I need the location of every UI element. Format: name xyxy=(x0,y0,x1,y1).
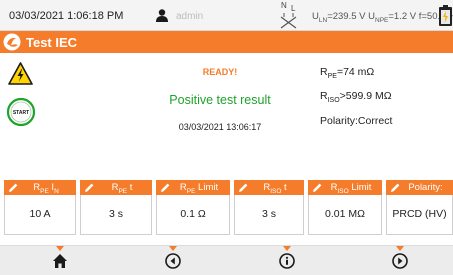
param-rpe-t[interactable]: RPE t 3 s xyxy=(80,180,152,235)
param-suffix: t xyxy=(127,182,133,193)
param-suffix-sub: N xyxy=(54,187,59,195)
param-sub: PE xyxy=(40,187,49,195)
unpe-sub: NPE xyxy=(375,16,389,24)
measurement-value: =74 mΩ xyxy=(336,66,375,78)
measurement-name: R xyxy=(320,66,328,78)
param-label: RISO Limit xyxy=(320,182,382,195)
nav-indicator xyxy=(283,246,291,251)
param-value: 10 A xyxy=(29,208,51,220)
param-suffix: Limit xyxy=(195,182,219,193)
param-value: 0.01 MΩ xyxy=(325,208,365,220)
param-label: RISO t xyxy=(246,182,304,195)
uln-sub: LN xyxy=(318,16,328,24)
status-bar: 03/03/2021 1:06:18 PM admin N L ULN=239.… xyxy=(0,0,453,31)
title-bar: Test IEC xyxy=(0,31,453,53)
measurement-riso: RISO>599.9 MΩ xyxy=(320,90,392,104)
param-header: RPE t xyxy=(80,180,152,195)
nav-indicator xyxy=(169,246,177,251)
param-header: Polarity: xyxy=(386,180,453,195)
param-label: RPE IN xyxy=(16,182,76,195)
param-value: PRCD (HV) xyxy=(392,208,447,220)
nl-l-label: L xyxy=(291,4,296,13)
home-icon[interactable] xyxy=(52,253,68,269)
datetime: 03/03/2021 1:06:18 PM xyxy=(9,10,124,22)
nav-indicator xyxy=(56,246,64,251)
info-icon[interactable] xyxy=(279,253,295,269)
param-label: Polarity: xyxy=(398,182,453,195)
param-header: RPE Limit xyxy=(156,180,230,195)
param-label: RPE t xyxy=(92,182,152,195)
param-sub: ISO xyxy=(270,187,282,195)
forward-icon[interactable] xyxy=(392,253,408,269)
start-label: START xyxy=(13,110,29,116)
measurement-value: >599.9 MΩ xyxy=(339,90,392,102)
start-button[interactable]: START xyxy=(6,97,36,127)
page-title: Test IEC xyxy=(26,35,78,50)
param-name: R xyxy=(179,182,187,193)
param-value-box: 0.1 Ω xyxy=(156,195,230,235)
param-suffix: Limit xyxy=(348,182,372,193)
result-timestamp: 03/03/2021 13:06:17 xyxy=(178,122,262,132)
param-value-box: PRCD (HV) xyxy=(386,195,453,235)
voltage-readout: ULN=239.5 V UNPE=1.2 V f=50.0 Hz xyxy=(312,11,453,24)
param-value: 3 s xyxy=(261,208,276,220)
param-rpe-in[interactable]: RPE IN 10 A xyxy=(4,180,76,235)
param-label: RPE Limit xyxy=(168,182,230,195)
param-suffix: t xyxy=(281,182,287,193)
user-icon xyxy=(156,9,168,22)
uln-label: U xyxy=(312,11,319,22)
nl-n-label: N xyxy=(281,1,287,10)
param-value-box: 3 s xyxy=(234,195,304,235)
bottom-navbar xyxy=(0,245,453,275)
param-header: RISO Limit xyxy=(308,180,382,195)
param-value-box: 0.01 MΩ xyxy=(308,195,382,235)
param-rpe-limit[interactable]: RPE Limit 0.1 Ω xyxy=(156,180,230,235)
back-icon[interactable] xyxy=(165,253,181,269)
uln-value: =239.5 V xyxy=(327,11,366,22)
param-polarity[interactable]: Polarity: PRCD (HV) xyxy=(386,180,453,235)
nl-connection-icon: N L xyxy=(277,1,301,31)
param-sub: PE xyxy=(118,187,128,195)
nav-indicator xyxy=(396,246,404,251)
param-value-box: 3 s xyxy=(80,195,152,235)
unpe-value: =1.2 V xyxy=(388,11,417,22)
measurement-name: R xyxy=(320,90,328,102)
ready-status: READY! xyxy=(202,67,238,77)
param-sub: ISO xyxy=(337,187,349,195)
param-header: RISO t xyxy=(234,180,304,195)
param-riso-t[interactable]: RISO t 3 s xyxy=(234,180,304,235)
param-value-box: 10 A xyxy=(4,195,76,235)
measurement-rpe: RPE=74 mΩ xyxy=(320,66,374,80)
measurement-sub: PE xyxy=(327,73,337,81)
battery-icon xyxy=(439,5,452,26)
test-result: Positive test result xyxy=(169,93,271,107)
param-riso-limit[interactable]: RISO Limit 0.01 MΩ xyxy=(308,180,382,235)
param-value: 0.1 Ω xyxy=(180,208,206,220)
app-logo-icon xyxy=(3,33,21,51)
measurement-sub: ISO xyxy=(327,97,340,105)
measurement-value: :Correct xyxy=(355,115,393,127)
param-value: 3 s xyxy=(108,208,123,220)
measurement-polarity: Polarity:Correct xyxy=(320,115,392,129)
user-name: admin xyxy=(176,11,204,22)
high-voltage-warning-icon xyxy=(8,62,33,85)
measurement-name: Polarity xyxy=(320,115,356,127)
unpe-label: U xyxy=(368,11,375,22)
param-header: RPE IN xyxy=(4,180,76,195)
param-name: Polarity: xyxy=(408,182,443,193)
